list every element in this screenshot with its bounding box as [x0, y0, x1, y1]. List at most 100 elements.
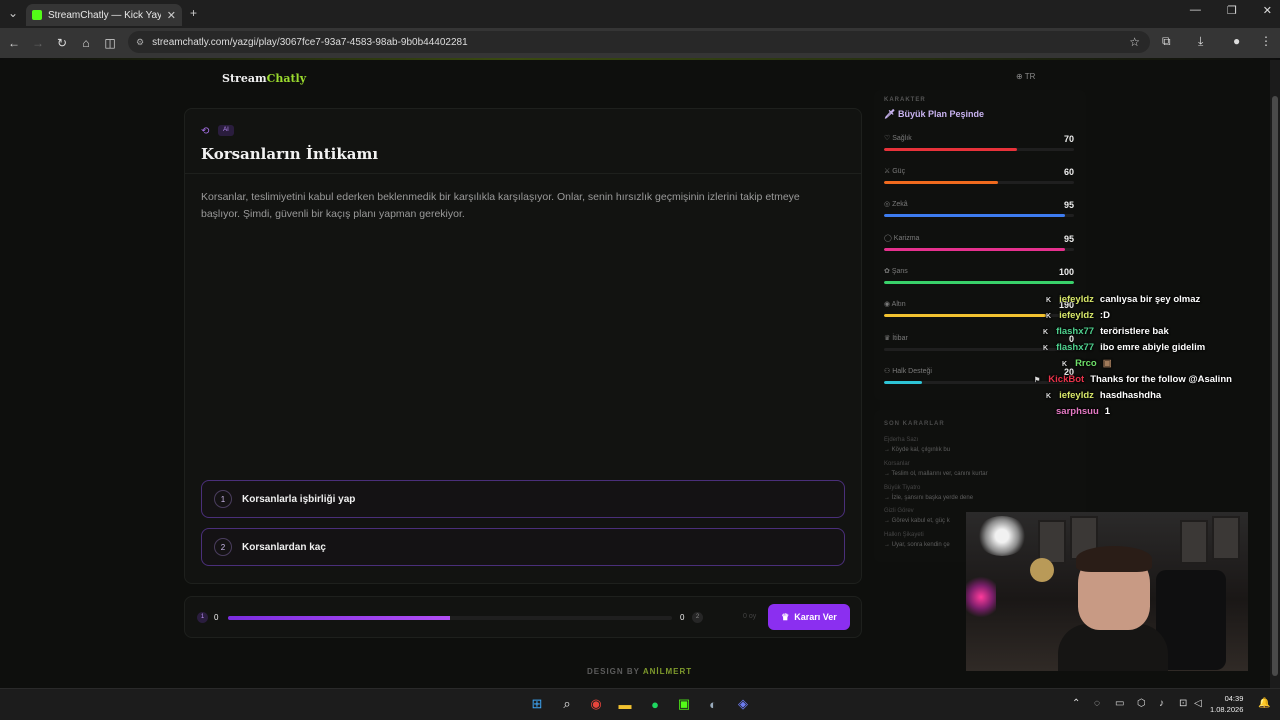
chat-username: Rrco — [1075, 358, 1097, 369]
stat-bar-track — [884, 281, 1074, 284]
chat-message: Kiefeyldz canlıysa bir şey olmaz — [1046, 294, 1200, 305]
volume-icon[interactable]: ◁ — [1194, 698, 1202, 709]
kick-badge-icon: K — [1062, 361, 1068, 368]
choice-option-2[interactable]: 2 Korsanlardan kaç — [201, 528, 845, 566]
stat-label: ♛ İtibar — [884, 334, 908, 342]
tab-list-icon[interactable]: ⌄ — [8, 6, 18, 20]
bookmark-star-icon[interactable]: ☆ — [1129, 35, 1140, 49]
window-controls: — ❐ ✕ — [1190, 4, 1272, 17]
vote-right-badge: 2 — [692, 612, 703, 623]
choice-option-1[interactable]: 1 Korsanlarla işbirliği yap — [201, 480, 845, 518]
back-icon[interactable]: ← — [2, 36, 26, 50]
url-text: streamchatly.com/yazgi/play/3067fce7-93a… — [152, 36, 468, 48]
clover-icon: ✿ — [884, 268, 892, 275]
tray-chevron-icon[interactable]: ⌃ — [1072, 698, 1080, 709]
close-tab-icon[interactable]: ✕ — [167, 9, 176, 22]
stat-label-text: Zekâ — [892, 201, 908, 208]
steam-icon[interactable]: ◐ — [703, 694, 723, 714]
stat-label-text: Halk Desteği — [892, 368, 932, 375]
menu-kebab-icon[interactable]: ⋮ — [1260, 34, 1272, 48]
chat-text: ibo emre abiyle gidelim — [1100, 342, 1206, 353]
stat-bar-track — [884, 181, 1074, 184]
stat-bar-fill — [884, 381, 922, 384]
stat-bar-fill — [884, 281, 1074, 284]
chat-username: iefeyldz — [1059, 390, 1094, 401]
sidebar-icon[interactable]: ◫ — [98, 36, 122, 50]
chat-text: :D — [1099, 310, 1110, 321]
stat-bar-fill — [884, 248, 1065, 251]
spotify-icon[interactable]: ● — [645, 694, 665, 714]
wall-frame — [1180, 520, 1208, 564]
streamer-body — [1058, 624, 1168, 671]
scrollbar-thumb[interactable] — [1272, 96, 1278, 676]
network-icon[interactable]: ⊡ — [1179, 698, 1187, 709]
notification-bell-icon[interactable]: 🔔 — [1258, 698, 1270, 709]
microphone-icon[interactable]: ♪ — [1159, 698, 1164, 709]
chat-message: sarphsuu 1 — [1056, 406, 1110, 417]
logo-text-right: Chatly — [266, 72, 307, 85]
stat-bar-fill — [884, 314, 1046, 317]
vote-left-badge: 1 — [197, 612, 208, 623]
new-tab-icon[interactable]: + — [190, 6, 197, 20]
discord-icon[interactable]: ◈ — [733, 694, 753, 714]
chat-text: Thanks for the follow @Asalinn — [1090, 374, 1232, 385]
decision-title: Gizli Görev — [884, 508, 914, 514]
stat-label-text: Altın — [891, 301, 906, 308]
home-icon[interactable]: ⌂ — [74, 36, 98, 50]
site-logo[interactable]: StreamChatly — [222, 72, 306, 85]
stat-label-text: İtibar — [892, 335, 908, 342]
stat-bar-track — [884, 148, 1074, 151]
crown-icon: ♛ — [781, 611, 790, 622]
windows-start-icon[interactable]: ⊞ — [527, 694, 547, 714]
choice-number: 1 — [214, 490, 232, 508]
coin-icon: ◉ — [884, 301, 892, 308]
language-selector[interactable]: ⊕ TR — [1016, 72, 1035, 81]
address-bar[interactable]: ⚙ streamchatly.com/yazgi/play/3067fce7-9… — [128, 31, 1150, 53]
search-icon[interactable]: ⌕ — [557, 694, 577, 714]
chat-message: ⚑ KickBot Thanks for the follow @Asalinn — [1034, 374, 1232, 385]
download-icon[interactable]: ⤓ — [1198, 34, 1203, 49]
kick-badge-icon: K — [1043, 329, 1049, 336]
profile-avatar-icon[interactable]: ● — [1233, 34, 1240, 48]
chrome-icon[interactable]: ◉ — [586, 694, 606, 714]
language-code: TR — [1024, 72, 1036, 81]
stat-label: ◯ Karizma — [884, 234, 919, 242]
character-name: 🗡 Büyük Plan Peşinde — [884, 109, 984, 120]
stat-label: ◉ Altın — [884, 300, 906, 308]
file-explorer-icon[interactable]: ▬ — [615, 694, 635, 714]
tab-title: StreamChatly — Kick Yayıncıları — [48, 9, 161, 21]
clock-date: 1.08.2026 — [1210, 705, 1244, 714]
chat-username: iefeyldz — [1059, 294, 1094, 305]
tray-app-icon[interactable]: ◌ — [1094, 698, 1100, 709]
extensions-icon[interactable]: ⧉ — [1162, 34, 1171, 49]
decide-button[interactable]: ♛ Kararı Ver — [768, 604, 850, 630]
character-label: KARAKTER — [884, 97, 926, 103]
stat-value: 60 — [1063, 167, 1074, 177]
browser-tab[interactable]: StreamChatly — Kick Yayıncıları ✕ — [26, 4, 182, 26]
kick-icon[interactable]: ▣ — [674, 694, 694, 714]
decision-action: → Köyde kal, çılgınlık bu — [884, 447, 951, 453]
heart-icon: ♡ — [884, 135, 893, 142]
system-clock[interactable]: 04:39 1.08.2026 — [1210, 693, 1243, 715]
story-text: Korsanlar, teslimiyetini kabul ederken b… — [201, 191, 800, 220]
stat-value: 100 — [1058, 267, 1074, 277]
stat-value: 70 — [1063, 134, 1074, 144]
chat-username: sarphsuu — [1056, 406, 1099, 417]
restore-icon[interactable]: ❐ — [1227, 4, 1237, 17]
kick-badge-icon: K — [1046, 393, 1052, 400]
decision-action: → İzle, şansını başka yerde dene — [884, 495, 974, 501]
chat-message: Kiefeyldz hasdhashdha — [1046, 390, 1161, 401]
minimize-icon[interactable]: — — [1190, 4, 1201, 17]
chat-username: flashx77 — [1056, 342, 1095, 353]
close-window-icon[interactable]: ✕ — [1263, 4, 1272, 17]
forward-icon[interactable]: → — [26, 36, 50, 50]
kick-badge-icon: K — [1046, 313, 1052, 320]
site-info-icon[interactable]: ⚙ — [136, 37, 144, 48]
ai-badge: AI — [218, 125, 234, 136]
tray-shield-icon[interactable]: ⬡ — [1137, 698, 1146, 709]
chat-username: KickBot — [1048, 374, 1085, 385]
recent-decisions-label: SON KARARLAR — [884, 421, 945, 427]
battery-icon[interactable]: ▭ — [1115, 698, 1124, 709]
reload-icon[interactable]: ↻ — [50, 36, 74, 50]
stat-bar-track — [884, 248, 1074, 251]
